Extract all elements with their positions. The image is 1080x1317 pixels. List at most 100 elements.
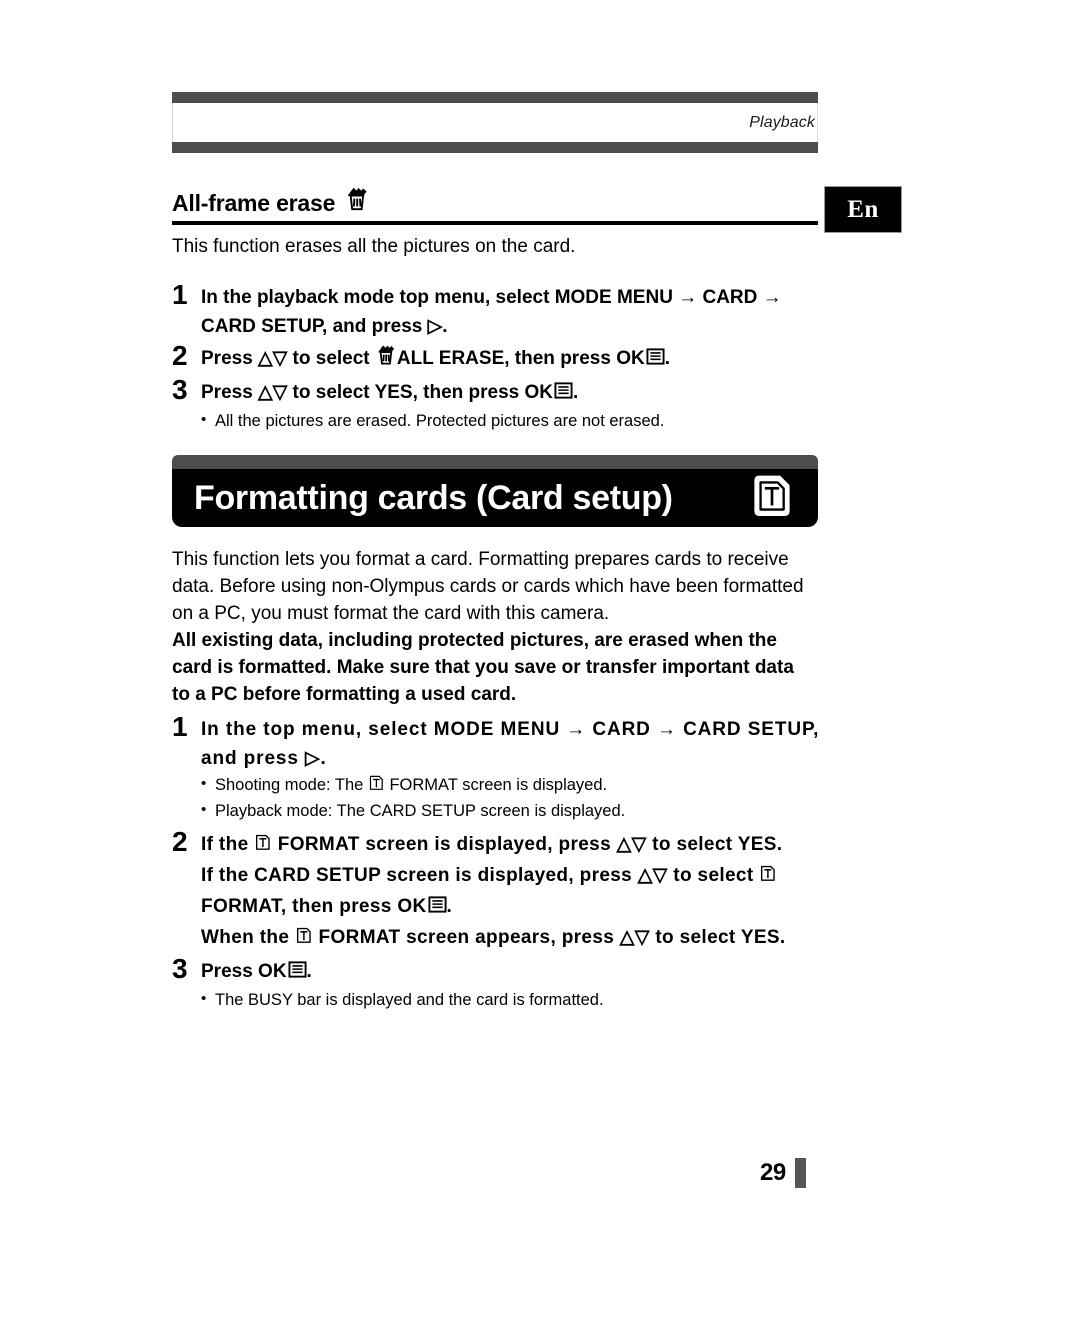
title-bar-body: Formatting cards (Card setup) [172, 469, 818, 527]
menu-list-icon [554, 380, 573, 409]
step-text-part: Press △▽ to select [201, 348, 375, 369]
card-icon [254, 832, 272, 861]
step-item: 3 Press OK. [172, 954, 862, 988]
note-item: Shooting mode: The FORMAT screen is disp… [201, 772, 862, 799]
step-number: 3 [172, 374, 188, 405]
page-edge-marker [794, 1158, 806, 1188]
title-bar-accent [172, 455, 818, 469]
menu-list-icon [428, 894, 447, 923]
paragraph: This function lets you format a card. Fo… [172, 546, 840, 627]
page-title: All-frame erase [172, 190, 336, 216]
step-number: 3 [172, 953, 188, 984]
step-text: Press △▽ to select YES, then press OK. [201, 375, 852, 409]
step-text-part: Press [201, 961, 259, 982]
step-text: Press OK. [201, 954, 862, 988]
step-line: CARD SETUP, and press ▷. [201, 316, 448, 337]
paragraph-line: This function lets you format a card. Fo… [172, 549, 789, 570]
step-text: If the FORMAT screen is displayed, press… [201, 827, 862, 954]
note-item: The BUSY bar is displayed and the card i… [201, 987, 862, 1012]
step-line: When the FORMAT screen appears, press △▽… [201, 923, 862, 954]
step-line: Press △▽ to select ALL ERASE, then press… [201, 344, 852, 375]
note-item: All the pictures are erased. Protected p… [201, 408, 852, 433]
manual-page: Playback En All-frame erase This functio… [0, 0, 1080, 1317]
all-frame-erase-steps: 1 In the playback mode top menu, select … [172, 280, 852, 433]
ok-label: OK [524, 382, 554, 403]
page-footer: 29 [760, 1158, 806, 1188]
section-heading: All-frame erase [172, 186, 818, 225]
chapter-title: Formatting cards (Card setup) [194, 479, 673, 517]
format-description: This function lets you format a card. Fo… [172, 546, 840, 708]
step-item: 3 Press △▽ to select YES, then press OK. [172, 375, 852, 409]
step-line: If the FORMAT screen is displayed, press… [201, 830, 862, 861]
step-text-part: If the [201, 834, 255, 855]
step-number: 2 [172, 340, 188, 371]
step-line: If the CARD SETUP screen is displayed, p… [201, 861, 862, 892]
paragraph-line: to a PC before formatting a used card. [172, 684, 517, 705]
step-text-part: . [664, 348, 670, 369]
step-item: 2 Press △▽ to select ALL ERASE, then pre… [172, 341, 852, 375]
paragraph-line: data. Before using non-Olympus cards or … [172, 576, 804, 597]
card-icon [368, 774, 385, 799]
ok-label: OK [397, 896, 427, 917]
step-notes: The BUSY bar is displayed and the card i… [201, 987, 862, 1012]
intro-paragraph: This function erases all the pictures on… [172, 236, 576, 257]
ok-label: OK [258, 961, 287, 982]
step-text-part: . [446, 896, 453, 917]
page-number: 29 [760, 1159, 786, 1186]
paragraph-line: All existing data, including protected p… [172, 630, 777, 651]
language-tab: En [824, 186, 902, 233]
step-text-part: ALL ERASE, then press [396, 348, 617, 369]
step-notes: Shooting mode: The FORMAT screen is disp… [201, 772, 862, 823]
menu-list-icon [646, 346, 665, 375]
paragraph-warning: All existing data, including protected p… [172, 627, 840, 708]
ok-button-icon: OK [525, 378, 574, 409]
step-notes: All the pictures are erased. Protected p… [201, 408, 852, 433]
step-text-part: When the [201, 927, 295, 948]
card-icon [759, 863, 777, 892]
step-text-part: FORMAT screen is displayed, press △▽ to … [272, 834, 783, 855]
paragraph-line: on a PC, you must format the card with t… [172, 603, 610, 624]
ok-button-icon: OK [616, 344, 665, 375]
step-text-part: . [306, 961, 312, 982]
step-line: Press OK. [201, 957, 862, 988]
note-item: Playback mode: The CARD SETUP screen is … [201, 798, 862, 823]
step-number: 1 [172, 711, 188, 742]
ok-label: OK [616, 348, 645, 369]
step-item: 1 In the top menu, select MODE MENU → CA… [172, 712, 862, 773]
running-header: Playback [172, 92, 818, 153]
step-line: In the playback mode top menu, select MO… [201, 287, 782, 308]
heading-underline [172, 221, 818, 225]
card-icon [295, 925, 313, 954]
step-item: 1 In the playback mode top menu, select … [172, 280, 852, 341]
chapter-label: Playback [749, 113, 815, 131]
note-text-part: FORMAT screen is displayed. [384, 776, 608, 794]
step-number: 1 [172, 279, 188, 310]
step-text-part: If the CARD SETUP screen is displayed, p… [201, 865, 760, 886]
card-icon [752, 475, 792, 522]
step-line: Press △▽ to select YES, then press OK. [201, 378, 852, 409]
step-text: Press △▽ to select ALL ERASE, then press… [201, 341, 852, 375]
format-steps: 1 In the top menu, select MODE MENU → CA… [172, 712, 862, 1012]
step-line: FORMAT, then press OK. [201, 892, 862, 923]
ok-button-icon: OK [258, 957, 307, 988]
trash-can-icon [375, 344, 397, 375]
ok-button-icon: OK [397, 892, 447, 923]
header-rule-top [172, 92, 818, 103]
step-text: In the playback mode top menu, select MO… [201, 280, 852, 341]
menu-list-icon [288, 959, 307, 988]
paragraph-line: card is formatted. Make sure that you sa… [172, 657, 794, 678]
step-text-part: Press △▽ to select YES, then press [201, 382, 525, 403]
step-item: 2 If the FORMAT screen is displayed, pre… [172, 827, 862, 954]
note-text-part: Shooting mode: The [215, 776, 368, 794]
step-text: In the top menu, select MODE MENU → CARD… [201, 712, 862, 773]
trash-can-icon [344, 186, 370, 217]
chapter-title-bar: Formatting cards (Card setup) [172, 455, 818, 527]
step-line: and press ▷. [201, 748, 327, 769]
header-rule-bottom [172, 142, 818, 153]
step-text-part: FORMAT screen appears, press △▽ to selec… [312, 927, 786, 948]
language-tab-label: En [847, 195, 879, 223]
step-text-part: . [573, 382, 579, 403]
step-text-part: FORMAT, then press [201, 896, 398, 917]
step-number: 2 [172, 826, 188, 857]
step-line: In the top menu, select MODE MENU → CARD… [201, 719, 820, 740]
